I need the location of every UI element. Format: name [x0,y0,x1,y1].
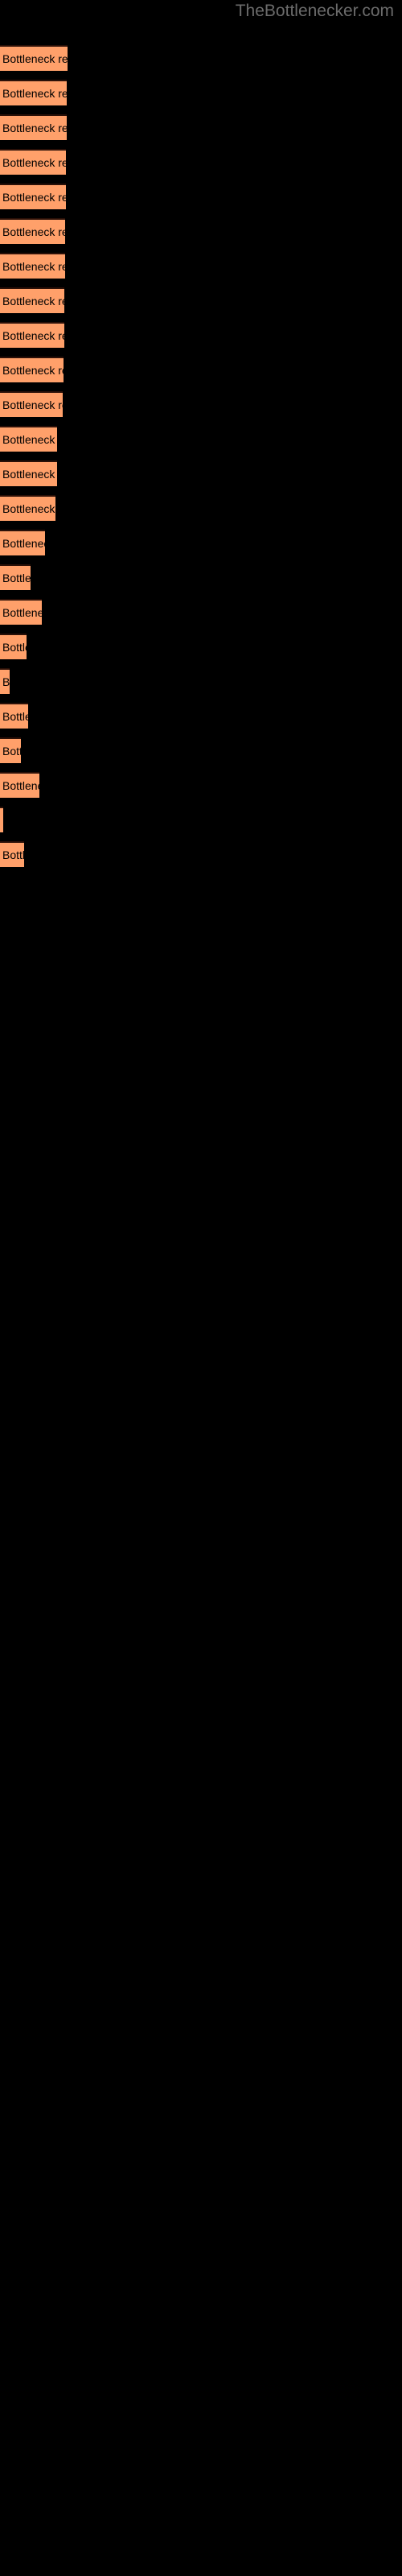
bottleneck-result-bar[interactable]: Bottleneck result [0,841,24,867]
bottleneck-result-bar[interactable]: Bottleneck result [0,599,42,625]
bottleneck-result-bar[interactable]: Bottleneck result [0,184,66,209]
bar-label: Bottleneck result [2,156,66,169]
bottleneck-result-bar[interactable]: Bottleneck result [0,391,63,417]
bottleneck-result-bar[interactable]: Bottleneck result [0,149,66,175]
bottleneck-result-bar[interactable]: Bottleneck result [0,703,28,729]
bar-label: Bottleneck result [2,848,24,861]
bottleneck-result-bar[interactable]: Bottleneck result [0,322,64,348]
bottleneck-result-bar[interactable]: Bottleneck result [0,357,64,382]
bar-label: Bottleneck result [2,502,55,515]
bar-label: Bottleneck result [2,606,42,619]
bottleneck-result-bar[interactable]: Bottleneck result [0,772,39,798]
bar-label: Bottleneck result [2,295,64,308]
bottleneck-result-bar[interactable]: Bottleneck result [0,564,31,590]
bar-label: Bottleneck result [2,537,45,550]
bottleneck-result-bar[interactable]: Bottleneck result [0,426,57,452]
bar-label: Bottleneck result [2,710,28,723]
bar-label: Bottleneck result [2,122,67,134]
bar-label: Bottleneck result [2,468,57,481]
bar-label: Bottleneck result [2,745,21,758]
bottleneck-result-bar[interactable]: Bottleneck result [0,634,27,659]
bar-label: Bottleneck result [2,398,63,411]
bottleneck-result-bar[interactable]: Bottleneck result [0,495,55,521]
bottleneck-bar-chart: Bottleneck result Bottleneck result Bottle… [0,0,402,2576]
bottleneck-result-bar[interactable]: Bottleneck result [0,668,10,694]
bar-label: Bottleneck result [2,364,64,377]
bar-label: Bottleneck result [2,225,65,238]
bar-label: Bottleneck result [2,52,68,65]
bar-label: Bottleneck result [2,779,39,792]
bottleneck-result-bar[interactable]: Bottleneck result [0,253,65,279]
bar-label: Bottleneck result [2,87,67,100]
bottleneck-result-bar[interactable]: Bottleneck result [0,80,67,105]
bottleneck-result-bar[interactable]: Bottleneck result [0,737,21,763]
bottleneck-result-bar[interactable]: Bottleneck result [0,287,64,313]
bar-label: Bottleneck result [2,641,27,654]
bar-label: Bottleneck result [2,815,3,826]
bar-label: Bottleneck result [2,260,65,273]
bottleneck-result-bar[interactable]: Bottleneck result [0,218,65,244]
bottleneck-result-bar[interactable]: Bottleneck result [0,45,68,71]
bottleneck-result-bar[interactable]: Bottleneck result [0,114,67,140]
bar-label: Bottleneck result [2,329,64,342]
bar-label: Bottleneck result [2,572,31,584]
bar-label: Bottleneck result [2,191,66,204]
bar-label: Bottleneck result [2,675,10,688]
bottleneck-result-bar[interactable]: Bottleneck result [0,460,57,486]
bottleneck-result-bar[interactable]: Bottleneck result [0,807,3,832]
bottleneck-result-bar[interactable]: Bottleneck result [0,530,45,555]
bar-label: Bottleneck result [2,433,57,446]
